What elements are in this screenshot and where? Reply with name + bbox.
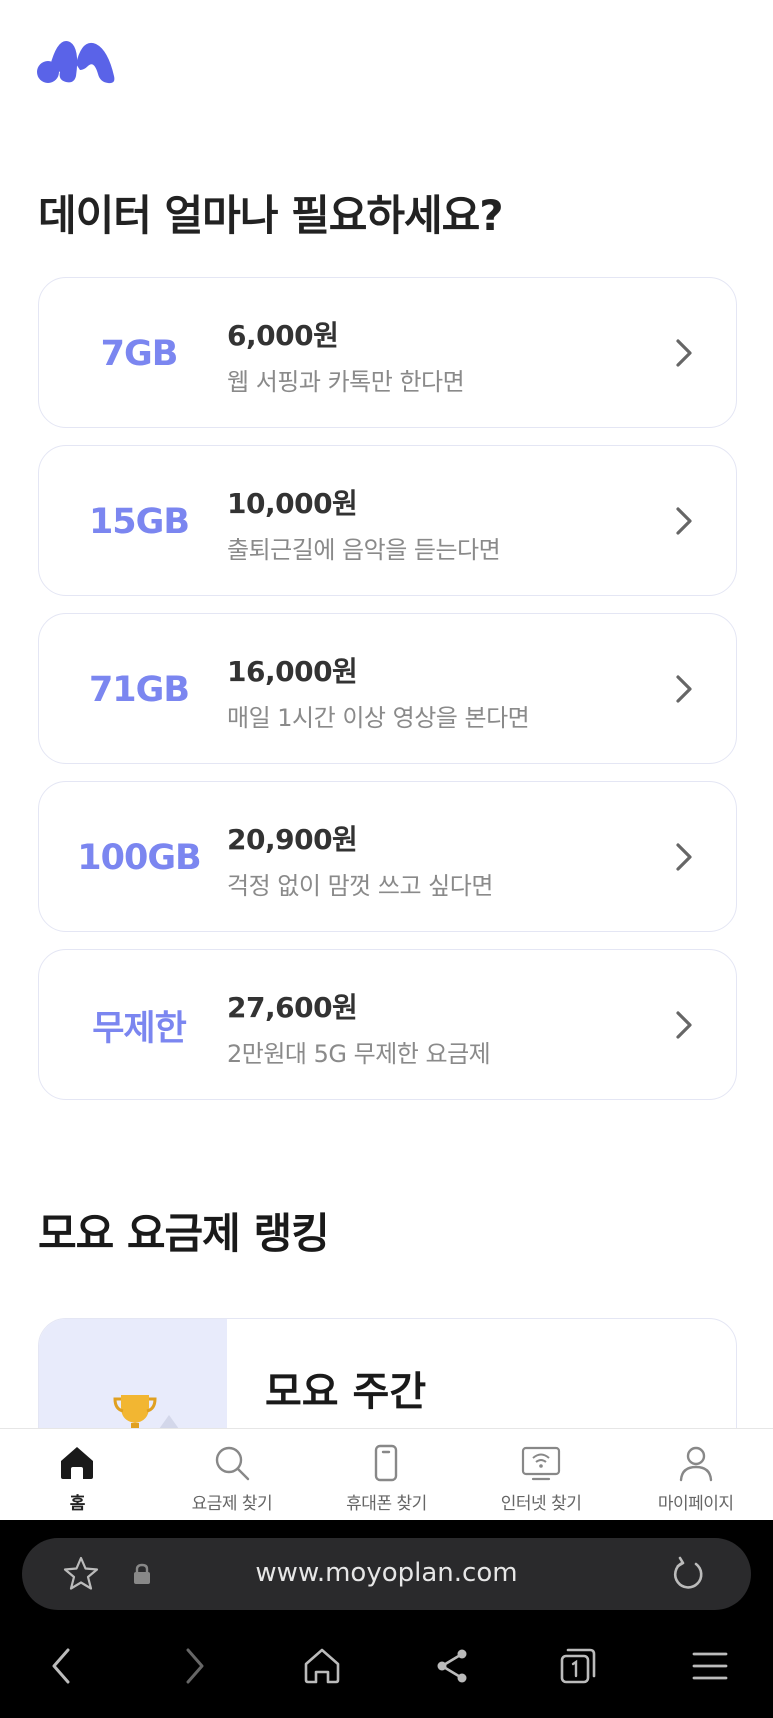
plan-price: 20,900원 (227, 823, 358, 856)
plan-description: 2만원대 5G 무제한 요금제 (227, 1040, 491, 1068)
plan-card[interactable]: 15GB 10,000원 출퇴근길에 음악을 듣는다면 (38, 445, 737, 596)
browser-chrome: www.moyoplan.com (0, 1520, 773, 1718)
chevron-right-icon (676, 675, 692, 703)
plan-description: 출퇴근길에 음악을 듣는다면 (227, 536, 501, 564)
url-text: www.moyoplan.com (255, 1558, 518, 1588)
ranking-section-title: 모요 요금제 랭킹 (38, 1209, 330, 1258)
address-bar[interactable]: www.moyoplan.com (22, 1538, 751, 1610)
tab-home[interactable]: 홈 (0, 1429, 155, 1521)
plan-price: 6,000원 (227, 319, 339, 352)
forward-icon[interactable] (172, 1644, 216, 1688)
share-icon[interactable] (430, 1644, 474, 1688)
plan-price: 27,600원 (227, 991, 358, 1024)
tab-internet-search[interactable]: 인터넷 찾기 (464, 1429, 619, 1521)
user-icon (679, 1446, 712, 1482)
plan-price: 16,000원 (227, 655, 358, 688)
back-icon[interactable] (40, 1644, 84, 1688)
plan-data-amount: 71GB (88, 669, 190, 710)
plan-description: 걱정 없이 맘껏 쓰고 싶다면 (227, 872, 493, 900)
reload-icon[interactable] (670, 1556, 706, 1592)
home-icon (61, 1447, 94, 1479)
chevron-right-icon (676, 339, 692, 367)
plan-list: 7GB 6,000원 웹 서핑과 카톡만 한다면 15GB 10,000원 출퇴… (38, 277, 737, 1117)
ranking-card-title: 모요 주간 (265, 1369, 427, 1415)
page-title: 데이터 얼마나 필요하세요? (38, 191, 504, 240)
tab-label: 마이페이지 (657, 1494, 734, 1514)
tab-mypage[interactable]: 마이페이지 (618, 1429, 773, 1521)
tab-label: 인터넷 찾기 (500, 1494, 582, 1514)
plan-description: 매일 1시간 이상 영상을 본다면 (227, 704, 530, 732)
tab-phone-search[interactable]: 휴대폰 찾기 (309, 1429, 464, 1521)
plan-card[interactable]: 무제한 27,600원 2만원대 5G 무제한 요금제 (38, 949, 737, 1100)
phone-icon (375, 1444, 398, 1482)
plan-data-amount: 15GB (88, 501, 190, 542)
chevron-right-icon (676, 507, 692, 535)
plan-data-amount: 100GB (77, 837, 201, 878)
trophy-icon (113, 1395, 157, 1433)
plan-description: 웹 서핑과 카톡만 한다면 (227, 368, 465, 396)
menu-icon[interactable] (688, 1644, 732, 1688)
tab-label: 홈 (69, 1494, 86, 1514)
plan-data-amount: 무제한 (92, 1009, 187, 1049)
moyo-logo[interactable] (36, 36, 116, 84)
browser-nav-row (0, 1638, 773, 1702)
bottom-tab-bar: 홈 요금제 찾기 휴대폰 찾기 인터넷 찾기 마이페이지 (0, 1428, 773, 1521)
chevron-right-icon (676, 1011, 692, 1039)
plan-card[interactable]: 100GB 20,900원 걱정 없이 맘껏 쓰고 싶다면 (38, 781, 737, 932)
home-icon[interactable] (300, 1644, 344, 1688)
search-icon (215, 1446, 250, 1481)
tab-label: 요금제 찾기 (191, 1494, 273, 1514)
plan-card[interactable]: 7GB 6,000원 웹 서핑과 카톡만 한다면 (38, 277, 737, 428)
chevron-right-icon (676, 843, 692, 871)
plan-data-amount: 7GB (100, 333, 179, 374)
wifi-tv-icon (521, 1446, 561, 1481)
tab-plan-search[interactable]: 요금제 찾기 (155, 1429, 310, 1521)
tab-label: 휴대폰 찾기 (346, 1494, 427, 1514)
plan-card[interactable]: 71GB 16,000원 매일 1시간 이상 영상을 본다면 (38, 613, 737, 764)
tabs-icon[interactable] (556, 1644, 600, 1688)
plan-price: 10,000원 (227, 487, 358, 520)
